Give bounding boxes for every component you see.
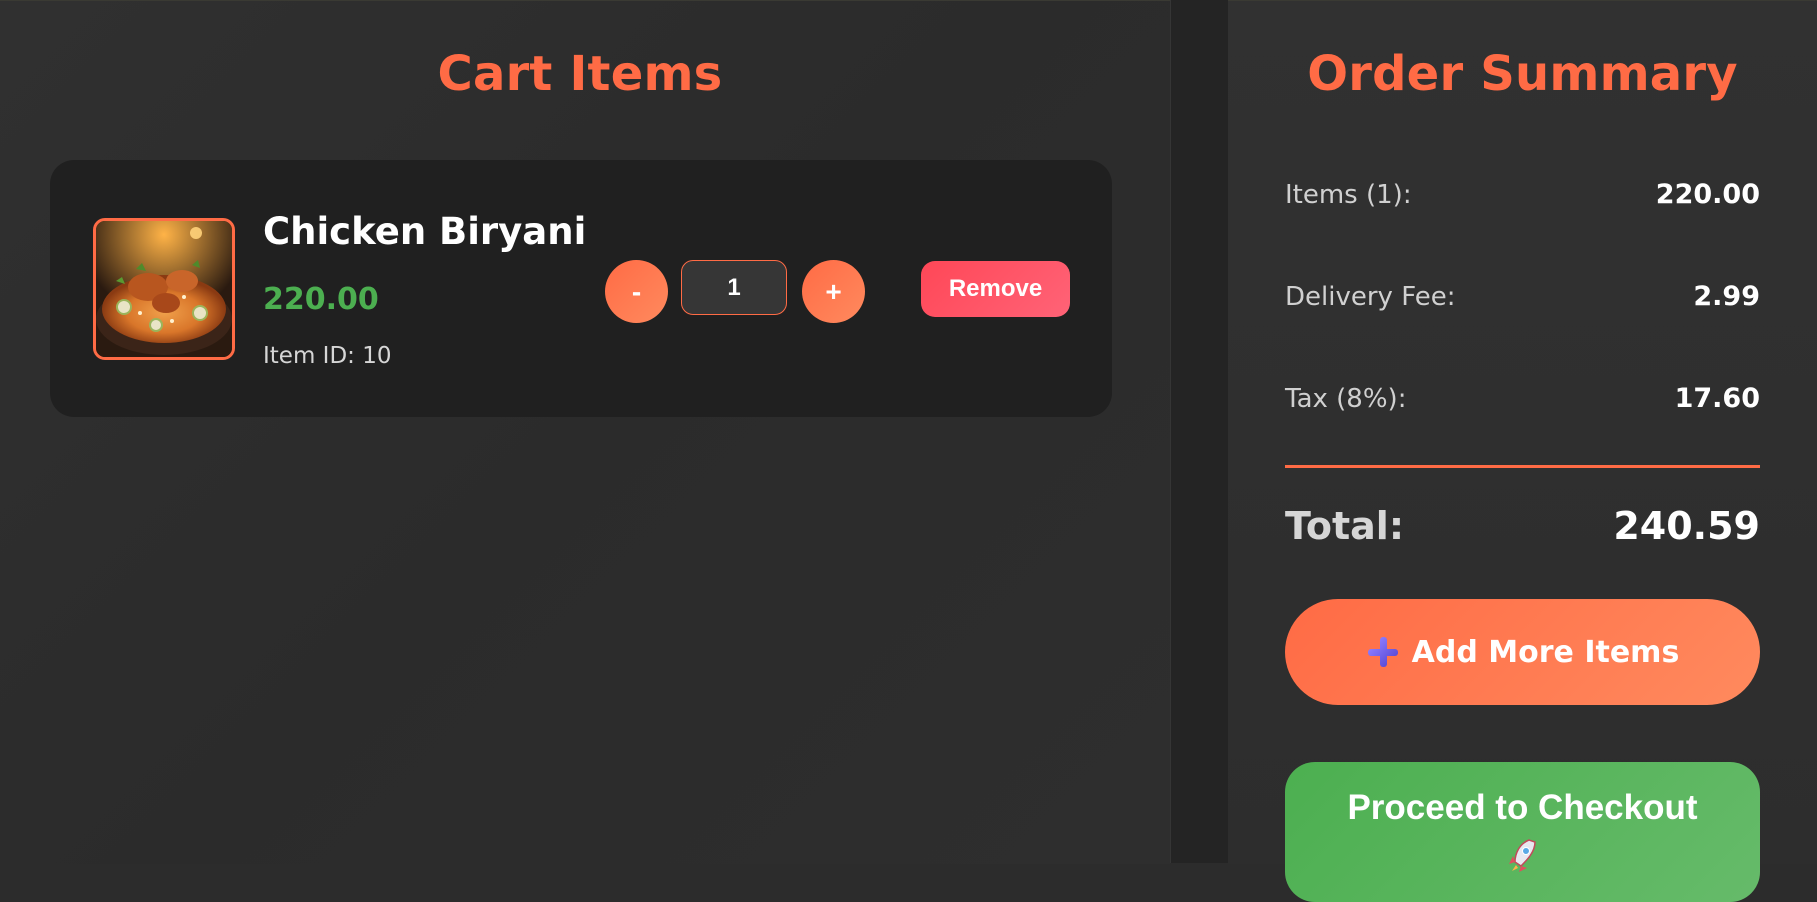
quantity-input[interactable] <box>681 260 787 315</box>
tax-row: Tax (8%): 17.60 <box>1285 383 1760 414</box>
delivery-fee-row: Delivery Fee: 2.99 <box>1285 281 1760 312</box>
items-value: 220.00 <box>1655 179 1760 210</box>
checkout-label: Proceed to Checkout <box>1347 788 1698 827</box>
proceed-to-checkout-button[interactable]: Proceed to Checkout <box>1285 762 1760 902</box>
add-more-items-button[interactable]: Add More Items <box>1285 599 1760 705</box>
items-label: Items (1): <box>1285 179 1412 210</box>
delivery-fee-label: Delivery Fee: <box>1285 281 1456 312</box>
order-summary-panel: Order Summary Items (1): 220.00 Delivery… <box>1228 0 1817 902</box>
total-label: Total: <box>1285 504 1405 548</box>
cart-title: Cart Items <box>437 46 723 102</box>
item-image-chicken-biryani[interactable] <box>93 218 235 360</box>
total-row: Total: 240.59 <box>1285 504 1760 548</box>
remove-button[interactable]: Remove <box>921 261 1070 317</box>
decrement-quantity-button[interactable]: - <box>605 260 668 323</box>
total-value: 240.59 <box>1613 504 1760 548</box>
summary-divider <box>1285 465 1760 468</box>
delivery-fee-value: 2.99 <box>1693 281 1760 312</box>
order-summary-title: Order Summary <box>1307 46 1738 102</box>
item-name: Chicken Biryani <box>263 210 587 253</box>
rocket-icon <box>1508 839 1536 872</box>
item-price: 220.00 <box>263 282 379 317</box>
add-more-items-label: Add More Items <box>1411 634 1680 670</box>
plus-icon <box>1366 635 1400 669</box>
tax-value: 17.60 <box>1674 383 1760 414</box>
cart-panel: Cart Items Chicken Biryani 220.00 Item I… <box>0 0 1170 864</box>
items-row: Items (1): 220.00 <box>1285 179 1760 210</box>
tax-label: Tax (8%): <box>1285 383 1407 414</box>
increment-quantity-button[interactable]: + <box>802 260 865 323</box>
cart-item-card: Chicken Biryani 220.00 Item ID: 10 - + R… <box>50 160 1112 417</box>
panel-divider <box>1170 0 1230 863</box>
item-id: Item ID: 10 <box>263 343 392 369</box>
